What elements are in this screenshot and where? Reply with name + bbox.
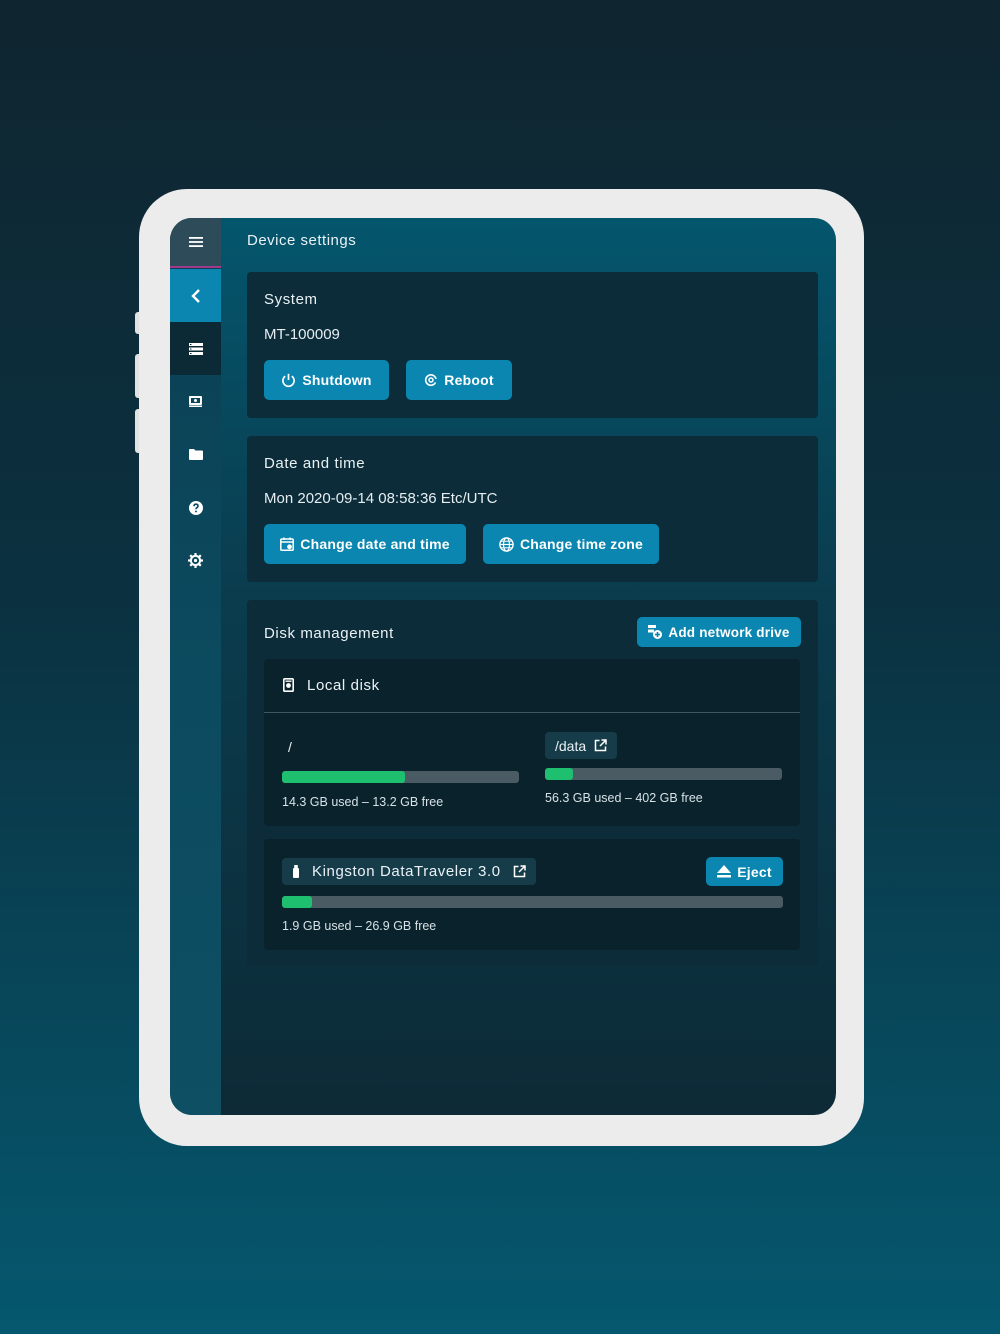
usb-drive-usage-fill — [282, 896, 313, 908]
disk-management-card: Disk management Add network drive Local … — [247, 600, 818, 966]
reboot-label: Reboot — [444, 372, 494, 388]
local-disk-panel: Local disk / 14.3 GB used – 13.2 GB free… — [264, 659, 800, 826]
globe-icon — [499, 536, 514, 552]
usb-drive-icon — [293, 865, 299, 878]
eject-label: Eject — [737, 863, 772, 880]
device-id: MT-100009 — [264, 326, 340, 343]
change-time-zone-label: Change time zone — [520, 536, 643, 552]
menu-button[interactable] — [170, 218, 221, 268]
partition-root-mount: / — [288, 739, 292, 755]
change-date-time-label: Change date and time — [300, 536, 450, 552]
menu-icon — [188, 237, 203, 247]
partition-data-usage-text: 56.3 GB used – 402 GB free — [545, 791, 703, 805]
partition-root-usage-bar — [282, 771, 519, 783]
page-title: Device settings — [247, 232, 357, 249]
system-title: System — [264, 291, 318, 308]
usb-drive-usage-bar — [282, 896, 783, 908]
server-list-icon — [188, 342, 203, 355]
chevron-left-icon — [190, 288, 200, 303]
date-time-title: Date and time — [264, 455, 366, 472]
partition-data-link[interactable]: /data — [545, 732, 618, 759]
current-date-time: Mon 2020-09-14 08:58:36 Etc/UTC — [264, 490, 498, 507]
system-card: System MT-100009 Shutdown Reboot — [247, 272, 818, 418]
usb-drive-usage-text: 1.9 GB used – 26.9 GB free — [282, 919, 437, 933]
sidebar-item-settings[interactable] — [170, 534, 221, 587]
reboot-button[interactable]: Reboot — [406, 360, 512, 400]
add-network-drive-label: Add network drive — [668, 624, 790, 640]
usb-drive-name: Kingston DataTraveler 3.0 — [312, 863, 501, 880]
change-time-zone-button[interactable]: Change time zone — [483, 524, 659, 564]
local-disk-divider — [264, 712, 800, 713]
partition-data-usage-bar — [545, 768, 782, 780]
partition-data-usage-fill — [545, 768, 574, 780]
sidebar-item-help[interactable] — [170, 481, 221, 534]
network-drive-add-icon — [648, 625, 663, 639]
monitor-icon — [189, 396, 202, 407]
external-link-icon — [594, 739, 607, 752]
eject-icon — [717, 865, 732, 878]
disk-management-title: Disk management — [264, 625, 394, 642]
change-date-time-button[interactable]: Change date and time — [264, 524, 466, 564]
sidebar-item-display[interactable] — [170, 375, 221, 428]
date-time-card: Date and time Mon 2020-09-14 08:58:36 Et… — [247, 436, 818, 582]
settings-icon — [188, 553, 203, 568]
usb-drive-panel: Kingston DataTraveler 3.0 Eject 1.9 GB u… — [264, 839, 800, 950]
back-button[interactable] — [170, 269, 221, 322]
add-network-drive-button[interactable]: Add network drive — [637, 617, 801, 647]
usb-drive-link[interactable]: Kingston DataTraveler 3.0 — [282, 858, 536, 885]
partition-data-mount: /data — [555, 737, 587, 754]
sidebar-item-device-settings[interactable] — [170, 322, 221, 375]
shutdown-label: Shutdown — [302, 372, 372, 388]
app-screen: Device settings System MT-100009 Shutdow… — [170, 218, 836, 1115]
power-icon — [282, 373, 296, 387]
external-link-icon — [513, 865, 526, 878]
sidebar — [170, 218, 221, 1115]
folder-icon — [188, 449, 203, 460]
help-circle-icon — [188, 500, 203, 515]
shutdown-button[interactable]: Shutdown — [264, 360, 389, 400]
partition-root-usage-text: 14.3 GB used – 13.2 GB free — [282, 795, 444, 809]
local-disk-title: Local disk — [307, 677, 380, 694]
partition-root-usage-fill — [282, 771, 406, 783]
eject-button[interactable]: Eject — [706, 857, 783, 886]
hard-drive-icon — [283, 678, 294, 692]
reboot-icon — [425, 374, 438, 387]
sidebar-item-files[interactable] — [170, 428, 221, 481]
calendar-icon — [280, 537, 295, 551]
